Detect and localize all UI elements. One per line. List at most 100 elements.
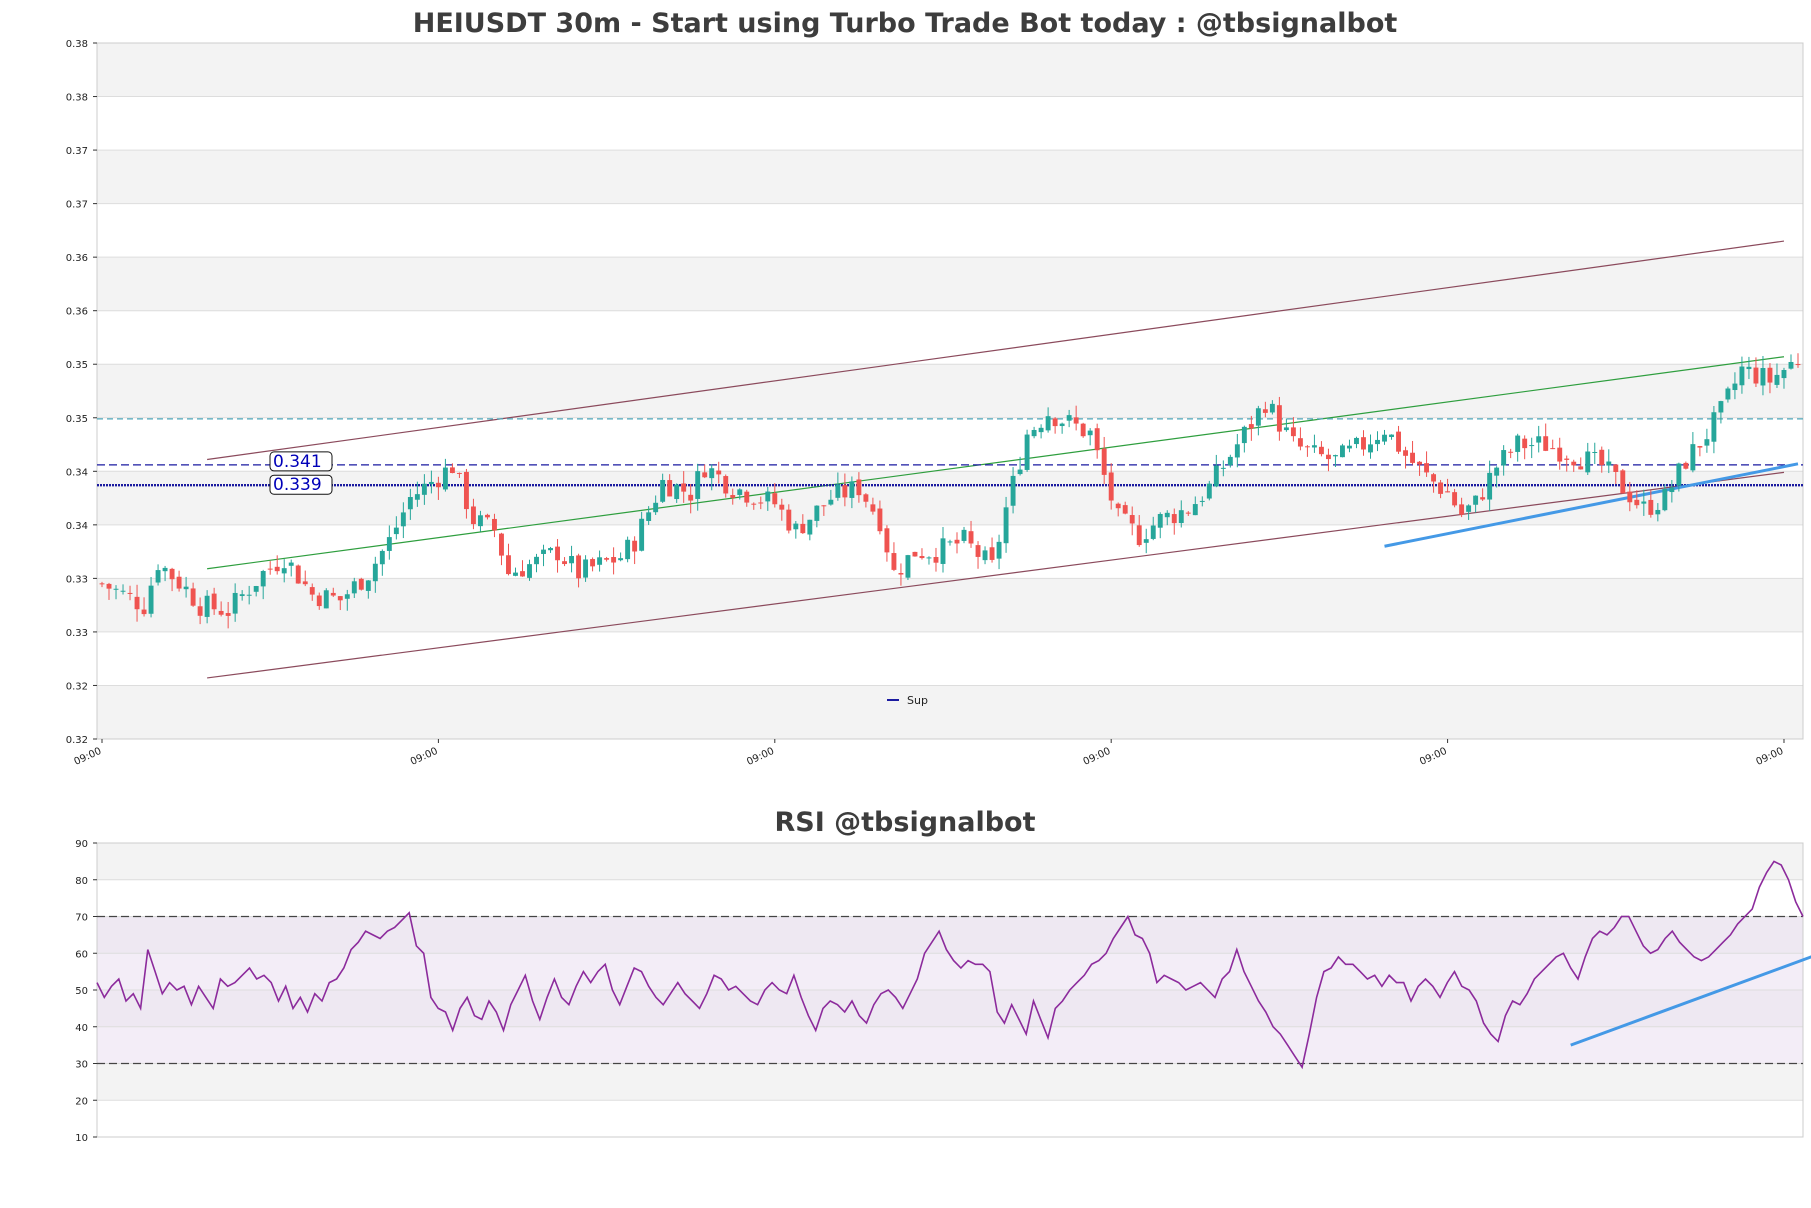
candle-body bbox=[1213, 465, 1219, 487]
candle-body bbox=[1066, 415, 1072, 421]
price-y-tick-label: 0.33 bbox=[66, 628, 88, 639]
candle-body bbox=[1206, 483, 1212, 499]
price-y-tick-label: 0.35 bbox=[66, 360, 88, 371]
candle-body bbox=[1410, 452, 1415, 463]
candle-body bbox=[863, 494, 869, 502]
candle-body bbox=[639, 518, 645, 551]
candle-body bbox=[1487, 472, 1493, 500]
candle-body bbox=[1599, 449, 1605, 466]
rsi-y-tick-label: 80 bbox=[75, 876, 88, 887]
candle-body bbox=[358, 578, 364, 590]
candle-body bbox=[1459, 504, 1465, 515]
candle-body bbox=[330, 592, 336, 596]
candle-body bbox=[1690, 444, 1696, 471]
candle-body bbox=[1347, 445, 1352, 449]
candle-body bbox=[1466, 505, 1472, 512]
rsi-chart-title: RSI @tbsignalbot bbox=[774, 807, 1035, 838]
candle-body bbox=[1340, 445, 1345, 458]
candle-body bbox=[1627, 491, 1633, 503]
candle-body bbox=[1515, 435, 1521, 452]
candle-body bbox=[772, 493, 778, 505]
candle-body bbox=[386, 537, 392, 551]
candle-body bbox=[1543, 436, 1549, 451]
candle-body bbox=[176, 576, 182, 589]
candle-body bbox=[1711, 412, 1717, 442]
candle-body bbox=[765, 491, 771, 502]
candle-body bbox=[351, 581, 357, 594]
candle-body bbox=[365, 580, 371, 591]
candle-body bbox=[492, 518, 497, 531]
candle-body bbox=[1164, 512, 1170, 518]
candle-body bbox=[1157, 514, 1163, 528]
candle-body bbox=[814, 505, 820, 521]
candle-body bbox=[555, 546, 560, 561]
candle-body bbox=[1361, 437, 1366, 450]
candle-body bbox=[1143, 539, 1149, 543]
candle-body bbox=[477, 515, 483, 527]
candle-body bbox=[695, 471, 701, 499]
price-y-tick-label: 0.32 bbox=[66, 681, 88, 692]
candle-body bbox=[1795, 364, 1801, 366]
candle-body bbox=[849, 481, 855, 498]
candle-body bbox=[674, 484, 680, 500]
candle-body bbox=[1480, 497, 1486, 500]
candle-body bbox=[1045, 416, 1051, 431]
candle-body bbox=[1101, 448, 1107, 475]
candle-body bbox=[155, 570, 161, 583]
candle-body bbox=[337, 596, 343, 601]
candle-body bbox=[470, 506, 476, 525]
candle-body bbox=[1669, 487, 1675, 493]
candle-body bbox=[744, 491, 750, 503]
candle-body bbox=[842, 485, 848, 498]
candle-body bbox=[548, 548, 553, 551]
candle-body bbox=[253, 586, 259, 592]
candle-body bbox=[583, 559, 589, 578]
candle-body bbox=[232, 592, 238, 614]
candle-body bbox=[1031, 429, 1037, 437]
candle-body bbox=[435, 482, 441, 488]
candle-body bbox=[1452, 492, 1458, 506]
candle-body bbox=[456, 472, 462, 474]
candle-body bbox=[933, 557, 939, 563]
candle-body bbox=[646, 512, 652, 521]
candle-body bbox=[660, 479, 666, 502]
candle-body bbox=[1767, 367, 1773, 383]
candle-body bbox=[288, 562, 294, 566]
candle-body bbox=[1648, 499, 1654, 515]
candle-body bbox=[919, 556, 925, 559]
rsi-y-tick-label: 40 bbox=[75, 1023, 88, 1034]
candle-body bbox=[828, 499, 834, 505]
price-x-tick-label: 09:00 bbox=[1082, 746, 1113, 768]
candle-body bbox=[1038, 427, 1044, 433]
candle-body bbox=[1199, 500, 1205, 502]
price-band bbox=[97, 685, 1803, 739]
candle-body bbox=[260, 571, 266, 587]
price-y-tick-label: 0.37 bbox=[66, 146, 88, 157]
candle-body bbox=[1024, 434, 1030, 470]
candle-body bbox=[597, 557, 603, 565]
candle-body bbox=[428, 481, 434, 485]
candle-body bbox=[1585, 451, 1591, 473]
candle-body bbox=[225, 613, 231, 616]
candle-body bbox=[737, 489, 743, 495]
candle-body bbox=[821, 505, 827, 507]
candle-body bbox=[1403, 450, 1408, 456]
candle-body bbox=[1241, 426, 1247, 444]
price-y-tick-label: 0.38 bbox=[66, 39, 88, 50]
candle-body bbox=[611, 557, 617, 563]
candle-body bbox=[1354, 437, 1359, 445]
candle-body bbox=[1501, 450, 1507, 466]
candle-body bbox=[877, 508, 883, 532]
candle-body bbox=[898, 573, 904, 575]
candle-body bbox=[1094, 428, 1100, 451]
price-x-tick-label: 09:00 bbox=[745, 746, 776, 768]
candle-body bbox=[1304, 446, 1310, 448]
candle-body bbox=[1234, 444, 1240, 458]
rsi-y-tick-label: 30 bbox=[75, 1060, 88, 1071]
candle-body bbox=[1150, 525, 1156, 539]
candle-body bbox=[716, 470, 722, 475]
candle-body bbox=[527, 564, 532, 578]
rsi-y-axis: 10 20 30 40 50 60 70 80 90 bbox=[75, 839, 97, 1144]
candle-body bbox=[281, 568, 287, 574]
candle-body bbox=[1536, 436, 1542, 443]
